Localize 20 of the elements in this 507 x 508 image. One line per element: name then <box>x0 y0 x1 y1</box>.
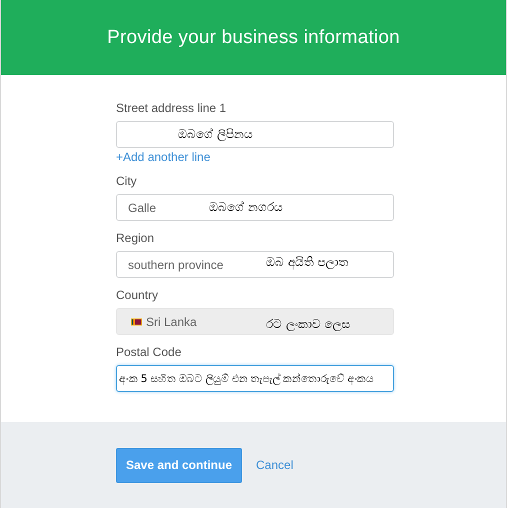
field-value: Sri Lanka <box>146 314 197 328</box>
save-and-continue-button[interactable]: Save and continue <box>116 448 242 482</box>
flag-icon <box>131 318 142 326</box>
annotation-text: ඔබගේ නගරය <box>209 200 283 214</box>
field-label: City <box>116 174 138 188</box>
field-label: Street address line 1 <box>116 101 228 115</box>
cancel-link[interactable]: Cancel <box>256 458 294 472</box>
field-value: අංක 5 සහිත ඔබට ලියුම් එන තැපැල් කන්තොරුවේ අංකය <box>119 372 374 384</box>
field-label: Region <box>116 231 156 245</box>
field-value: southern province <box>128 258 224 272</box>
annotation-text: රට ලංකාව ලෙස <box>266 317 351 331</box>
input-field[interactable]: අංක 5 සහිත ඔබට ලියුම් එන තැපැල් කන්තොරුවේ අංකය <box>116 365 394 392</box>
input-field[interactable] <box>116 121 394 148</box>
add-line-link[interactable]: +Add another line <box>116 150 506 164</box>
page-title: Provide your business information <box>107 26 400 48</box>
annotation-text: ඔබ අයිති පලාත <box>266 255 349 269</box>
field-label: Country <box>116 288 160 302</box>
field-value: Galle <box>128 200 156 214</box>
annotation-text: ඔබගේ ලිපිනය <box>178 127 253 141</box>
field-label: Postal Code <box>116 345 182 359</box>
